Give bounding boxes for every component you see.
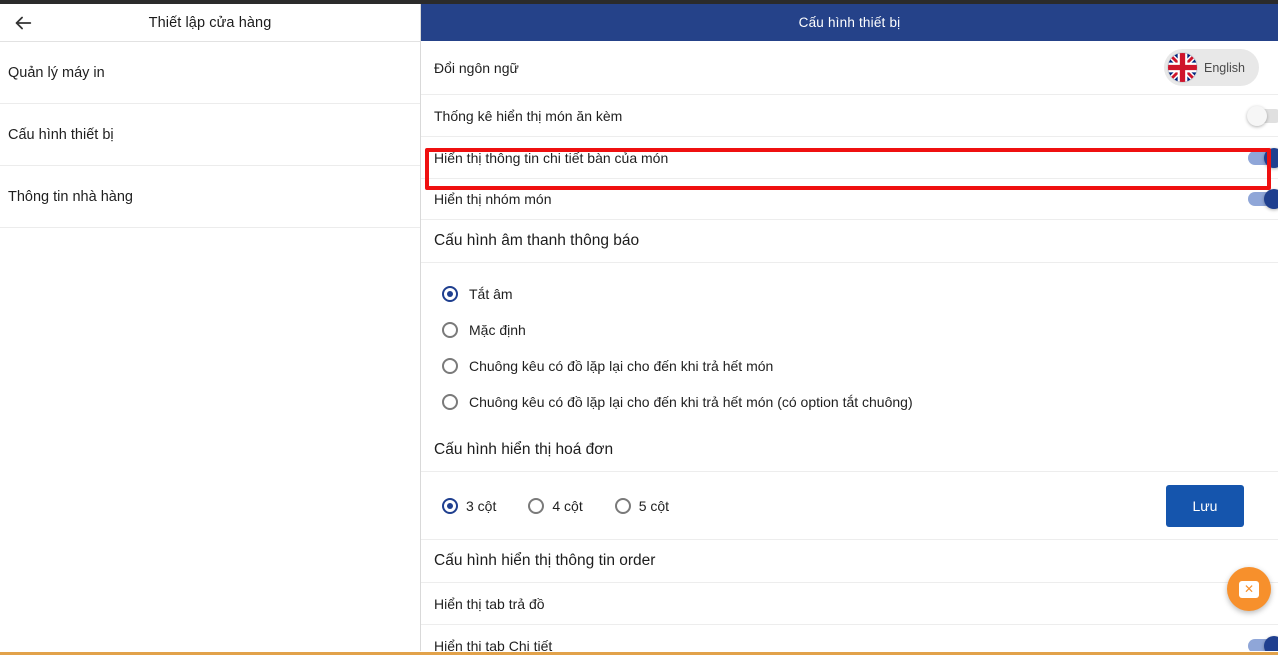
row-label: Đổi ngôn ngữ: [434, 59, 519, 76]
toggle-knob: [1247, 105, 1267, 126]
invoice-column-options-row: 3 cột 4 cột 5 cột Lưu: [421, 472, 1278, 540]
row-show-detail-tab: Hiển thị tab Chi tiết: [421, 625, 1278, 651]
radio-label: Mặc định: [469, 322, 526, 338]
radio-option-5-columns[interactable]: 5 cột: [614, 497, 670, 514]
sidebar-item-label: Cấu hình thiết bị: [8, 126, 114, 143]
section-title: Cấu hình âm thanh thông báo: [434, 232, 640, 249]
row-change-language: Đổi ngôn ngữ English: [421, 41, 1278, 95]
toggle-show-side-dish-statistics[interactable]: [1247, 105, 1278, 126]
section-title: Cấu hình hiển thị hoá đơn: [434, 441, 614, 458]
section-title: Cấu hình hiển thị thông tin order: [434, 552, 656, 569]
sidebar-menu-list: Quản lý máy in Cấu hình thiết bị Thông t…: [0, 42, 420, 228]
radio-label: 5 cột: [638, 497, 670, 514]
language-selector[interactable]: English: [1164, 49, 1259, 86]
radio-button: [442, 358, 458, 374]
radio-group-sound: Tắt âm Mặc định Chuông kêu có đồ lặp lại…: [421, 263, 1278, 429]
radio-option-default[interactable]: Mặc định: [442, 312, 1278, 348]
sidebar-item-printer-management[interactable]: Quản lý máy in: [0, 42, 420, 104]
toggle-show-detail-tab[interactable]: [1248, 635, 1278, 651]
toggle-show-dish-group[interactable]: [1248, 189, 1278, 209]
radio-option-ring-repeat-with-mute-option[interactable]: Chuông kêu có đồ lặp lại cho đến khi trả…: [442, 384, 1278, 420]
section-header-sound-config: Cấu hình âm thanh thông báo: [421, 220, 1278, 263]
sidebar-item-device-config[interactable]: Cấu hình thiết bị: [0, 104, 420, 166]
radio-button: [614, 497, 631, 514]
status-bar-strip: [0, 0, 1278, 4]
radio-label: 3 cột: [466, 497, 497, 514]
radio-label: Chuông kêu có đồ lặp lại cho đến khi trả…: [469, 394, 913, 410]
radio-button: [442, 322, 458, 338]
radio-label: 4 cột: [552, 497, 583, 514]
toggle-knob: [1264, 189, 1278, 209]
toggle-knob: [1264, 147, 1278, 168]
close-floating-button[interactable]: ✕: [1227, 567, 1271, 611]
panel-title: Cấu hình thiết bị: [798, 15, 901, 30]
radio-button: [528, 497, 545, 514]
row-show-side-dish-statistics: Thống kê hiển thị món ăn kèm: [421, 95, 1278, 137]
section-header-order-info-config: Cấu hình hiển thị thông tin order: [421, 540, 1278, 583]
settings-rows: Đổi ngôn ngữ English Thống kê hiển thị m…: [421, 41, 1278, 651]
row-label: Hiển thị tab Chi tiết: [434, 637, 553, 652]
language-value: English: [1204, 60, 1245, 75]
radio-button: [442, 497, 458, 514]
radio-group-columns: 3 cột 4 cột 5 cột: [442, 497, 1166, 514]
radio-option-3-columns[interactable]: 3 cột: [442, 497, 497, 514]
row-label: Hiển thị nhóm món: [434, 191, 552, 207]
radio-label: Tắt âm: [469, 286, 513, 302]
app-window: Thiết lập cửa hàng Quản lý máy in Cấu hì…: [0, 4, 1278, 651]
row-show-return-item-tab: Hiển thị tab trả đồ: [421, 583, 1278, 625]
row-label: Hiển thị tab trả đồ: [434, 595, 545, 612]
toggle-knob: [1264, 635, 1278, 651]
back-button[interactable]: [0, 4, 46, 41]
row-show-table-detail-info: Hiển thị thông tin chi tiết bàn của món: [421, 137, 1278, 179]
radio-button: [442, 394, 458, 410]
sidebar-title: Thiết lập cửa hàng: [148, 14, 272, 31]
uk-flag-icon: [1168, 53, 1197, 82]
sidebar-header: Thiết lập cửa hàng: [0, 4, 420, 42]
device-config-panel: Cấu hình thiết bị Đổi ngôn ngữ English T…: [421, 4, 1278, 651]
radio-label: Chuông kêu có đồ lặp lại cho đến khi trả…: [469, 358, 774, 374]
row-label: Thống kê hiển thị món ăn kèm: [434, 107, 623, 124]
sidebar-item-label: Thông tin nhà hàng: [8, 188, 133, 205]
toggle-show-table-detail-info[interactable]: [1248, 147, 1278, 168]
row-show-dish-group: Hiển thị nhóm món: [421, 179, 1278, 220]
section-header-invoice-config: Cấu hình hiển thị hoá đơn: [421, 429, 1278, 472]
save-button[interactable]: Lưu: [1166, 484, 1244, 527]
radio-option-mute[interactable]: Tắt âm: [442, 276, 1278, 312]
store-settings-sidebar: Thiết lập cửa hàng Quản lý máy in Cấu hì…: [0, 4, 421, 651]
close-box-icon: ✕: [1239, 580, 1259, 598]
row-label: Hiển thị thông tin chi tiết bàn của món: [434, 149, 669, 166]
radio-option-4-columns[interactable]: 4 cột: [528, 497, 583, 514]
back-arrow-icon: [12, 12, 34, 34]
panel-header: Cấu hình thiết bị: [421, 4, 1278, 41]
radio-option-ring-repeat[interactable]: Chuông kêu có đồ lặp lại cho đến khi trả…: [442, 348, 1278, 384]
sidebar-item-label: Quản lý máy in: [8, 64, 105, 81]
radio-button: [442, 286, 458, 302]
sidebar-item-restaurant-info[interactable]: Thông tin nhà hàng: [0, 166, 420, 228]
